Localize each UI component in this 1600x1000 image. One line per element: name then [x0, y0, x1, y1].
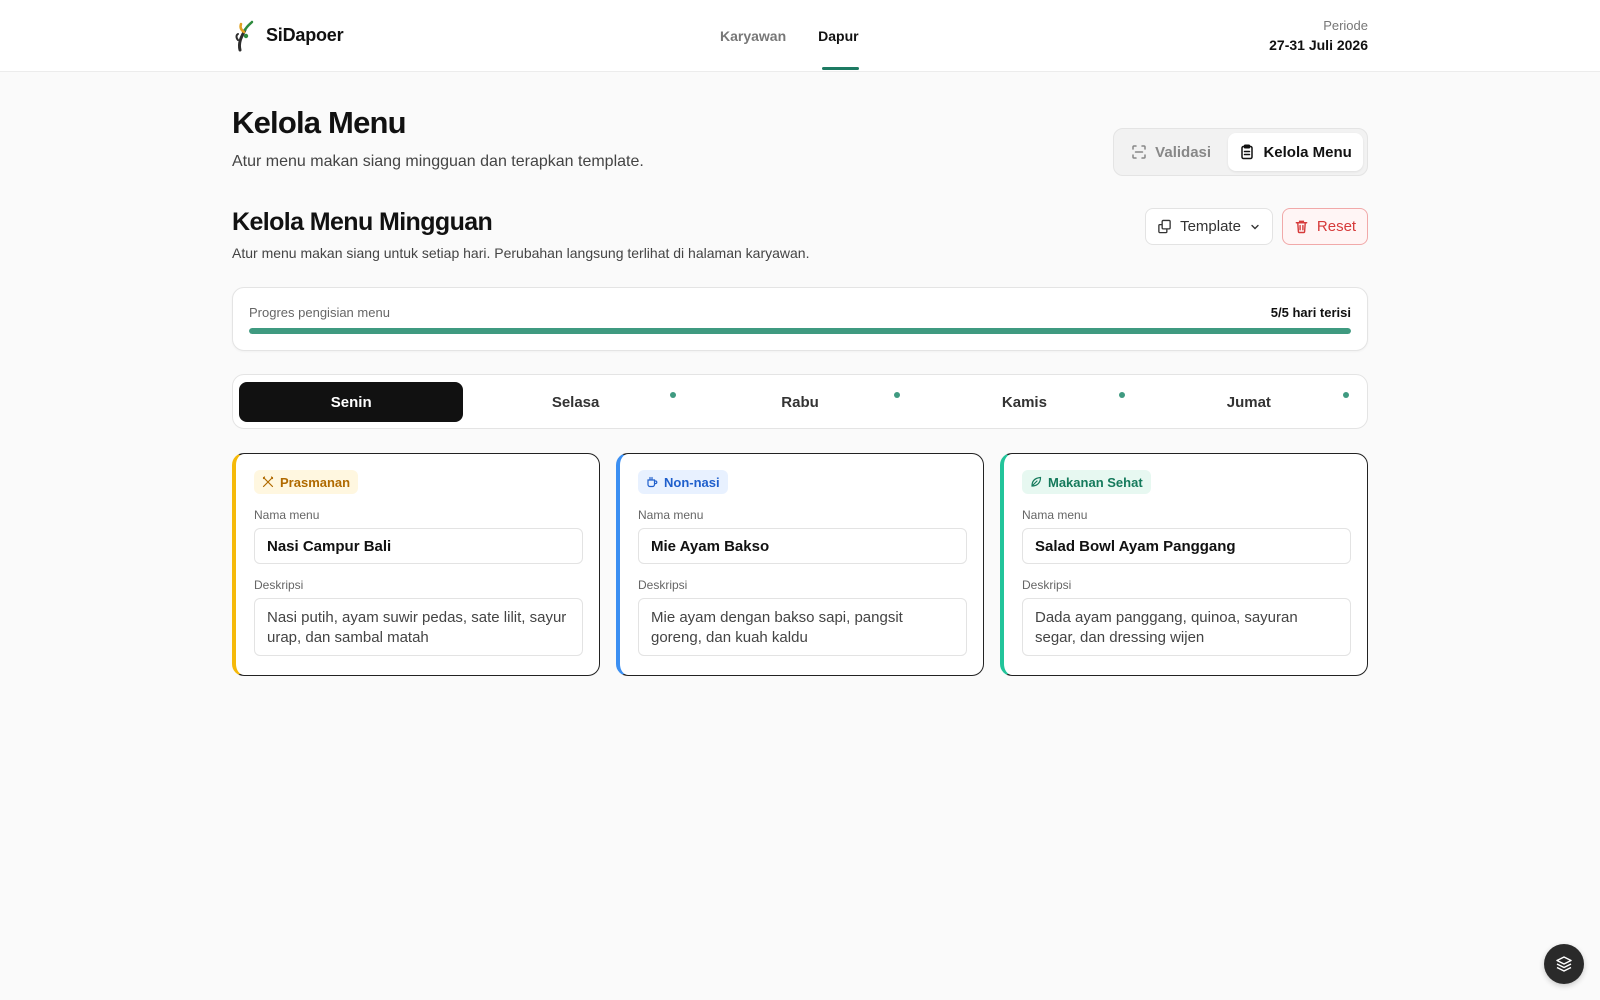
- period-label: Periode: [1323, 18, 1368, 33]
- template-dropdown-button[interactable]: Template: [1145, 208, 1273, 245]
- period-value: 27-31 Juli 2026: [1269, 37, 1368, 53]
- name-field-label: Nama menu: [638, 508, 704, 522]
- category-badge-label: Non-nasi: [664, 474, 720, 490]
- segment-kelola-menu[interactable]: Kelola Menu: [1228, 133, 1363, 171]
- top-navbar: SiDapoer Karyawan Dapur Periode 27-31 Ju…: [0, 0, 1600, 72]
- filled-indicator-dot: [1118, 392, 1125, 398]
- category-badge: Non-nasi: [638, 470, 728, 494]
- utensils-crossed-icon: [262, 476, 274, 488]
- category-badge-label: Prasmanan: [280, 474, 351, 490]
- name-field-label: Nama menu: [254, 508, 320, 522]
- trash-icon: [1295, 220, 1308, 234]
- category-badge: Makanan Sehat: [1022, 470, 1151, 494]
- category-badge: Prasmanan: [254, 470, 359, 494]
- progress-card: Progres pengisian menu 5/5 hari terisi: [232, 287, 1368, 351]
- brand-name: SiDapoer: [266, 24, 344, 45]
- period-info: Periode 27-31 Juli 2026: [1269, 18, 1368, 53]
- brand-logo-icon: [235, 20, 254, 52]
- brand[interactable]: SiDapoer: [232, 18, 344, 52]
- filled-indicator-dot: [1343, 392, 1350, 398]
- description-field-label: Deskripsi: [1022, 578, 1072, 592]
- clipboard-icon: [1241, 144, 1254, 160]
- cup-icon: [647, 476, 658, 488]
- menu-description-textarea[interactable]: Mie ayam dengan bakso sapi, pangsit gore…: [638, 598, 967, 656]
- segment-validasi-label: Validasi: [1155, 143, 1212, 161]
- description-field-label: Deskripsi: [638, 578, 688, 592]
- progress-count: 5/5 hari terisi: [1270, 305, 1351, 320]
- day-tabs: Senin Selasa Rabu Kamis Jumat: [232, 374, 1368, 429]
- menu-card-non-nasi: Non-nasi Nama menu Mie Ayam Bakso Deskri…: [616, 453, 984, 676]
- category-badge-label: Makanan Sehat: [1048, 474, 1143, 490]
- day-tab-selasa[interactable]: Selasa: [463, 382, 687, 422]
- nav-item-dapur[interactable]: Dapur: [818, 0, 860, 72]
- reset-button[interactable]: Reset: [1282, 208, 1368, 245]
- section-title: Kelola Menu Mingguan: [232, 208, 493, 236]
- name-field-label: Nama menu: [1022, 508, 1088, 522]
- page-title: Kelola Menu: [232, 105, 407, 140]
- section-subtitle: Atur menu makan siang untuk setiap hari.…: [232, 245, 810, 261]
- scan-icon: [1132, 145, 1146, 159]
- main-nav: Karyawan Dapur: [720, 0, 860, 72]
- progress-fill: [249, 328, 1351, 334]
- menu-name-input[interactable]: Mie Ayam Bakso: [638, 528, 967, 564]
- day-tab-label: Selasa: [551, 393, 600, 411]
- day-tab-label: Senin: [330, 393, 372, 411]
- menu-name-input[interactable]: Salad Bowl Ayam Panggang: [1022, 528, 1351, 564]
- day-tab-senin[interactable]: Senin: [239, 382, 464, 422]
- segment-validasi[interactable]: Validasi: [1118, 133, 1224, 171]
- progress-label: Progres pengisian menu: [249, 305, 390, 320]
- menu-name-input[interactable]: Nasi Campur Bali: [254, 528, 583, 564]
- leaf-icon: [1031, 476, 1042, 487]
- reset-label: Reset: [1316, 218, 1357, 235]
- filled-indicator-dot: [669, 392, 676, 398]
- menu-description-textarea[interactable]: Nasi putih, ayam suwir pedas, sate lilit…: [254, 598, 583, 656]
- menu-card-prasmanan: Prasmanan Nama menu Nasi Campur Bali Des…: [232, 453, 600, 676]
- segment-kelola-label: Kelola Menu: [1263, 143, 1352, 161]
- day-tab-label: Rabu: [781, 393, 819, 411]
- day-tab-label: Jumat: [1226, 393, 1271, 411]
- nav-item-karyawan[interactable]: Karyawan: [720, 0, 786, 72]
- progress-track: [249, 328, 1351, 334]
- menu-description-textarea[interactable]: Dada ayam panggang, quinoa, sayuran sega…: [1022, 598, 1351, 656]
- menu-card-makanan-sehat: Makanan Sehat Nama menu Salad Bowl Ayam …: [1000, 453, 1368, 676]
- description-field-label: Deskripsi: [254, 578, 304, 592]
- template-label: Template: [1180, 218, 1241, 235]
- copy-icon: [1158, 219, 1171, 234]
- page-subtitle: Atur menu makan siang mingguan dan terap…: [232, 153, 644, 170]
- layers-fab-button[interactable]: [1544, 944, 1584, 984]
- day-tab-label: Kamis: [1001, 393, 1047, 411]
- day-tab-kamis[interactable]: Kamis: [912, 382, 1136, 422]
- day-tab-rabu[interactable]: Rabu: [688, 382, 912, 422]
- day-tab-jumat[interactable]: Jumat: [1137, 382, 1361, 422]
- view-switcher: Validasi Kelola Menu: [1113, 128, 1368, 176]
- chevron-down-icon: [1251, 224, 1259, 229]
- layers-icon: [1556, 956, 1572, 972]
- filled-indicator-dot: [894, 392, 901, 398]
